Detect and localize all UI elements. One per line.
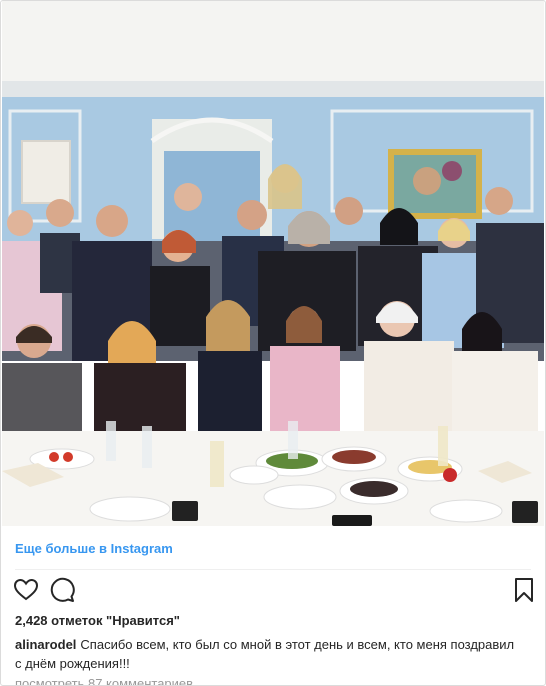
view-comments-link[interactable]: посмотреть 87 комментариев: [15, 676, 193, 685]
post-photo[interactable]: [2, 1, 544, 526]
likes-count[interactable]: 2,428 отметок "Нравится": [15, 613, 180, 628]
post-caption: alinarodel Спасибо всем, кто был со мной …: [15, 635, 515, 673]
caption-username[interactable]: alinarodel: [15, 637, 76, 652]
caption-text: Спасибо всем, кто был со мной в этот ден…: [15, 637, 515, 671]
divider: [15, 569, 531, 570]
comment-icon[interactable]: [49, 577, 75, 603]
instagram-embed: Еще больше в Instagram 2,428 отметок "Нр…: [0, 0, 546, 686]
view-more-instagram-link[interactable]: Еще больше в Instagram: [15, 541, 173, 556]
bookmark-icon[interactable]: [511, 577, 537, 603]
heart-icon[interactable]: [13, 577, 39, 603]
